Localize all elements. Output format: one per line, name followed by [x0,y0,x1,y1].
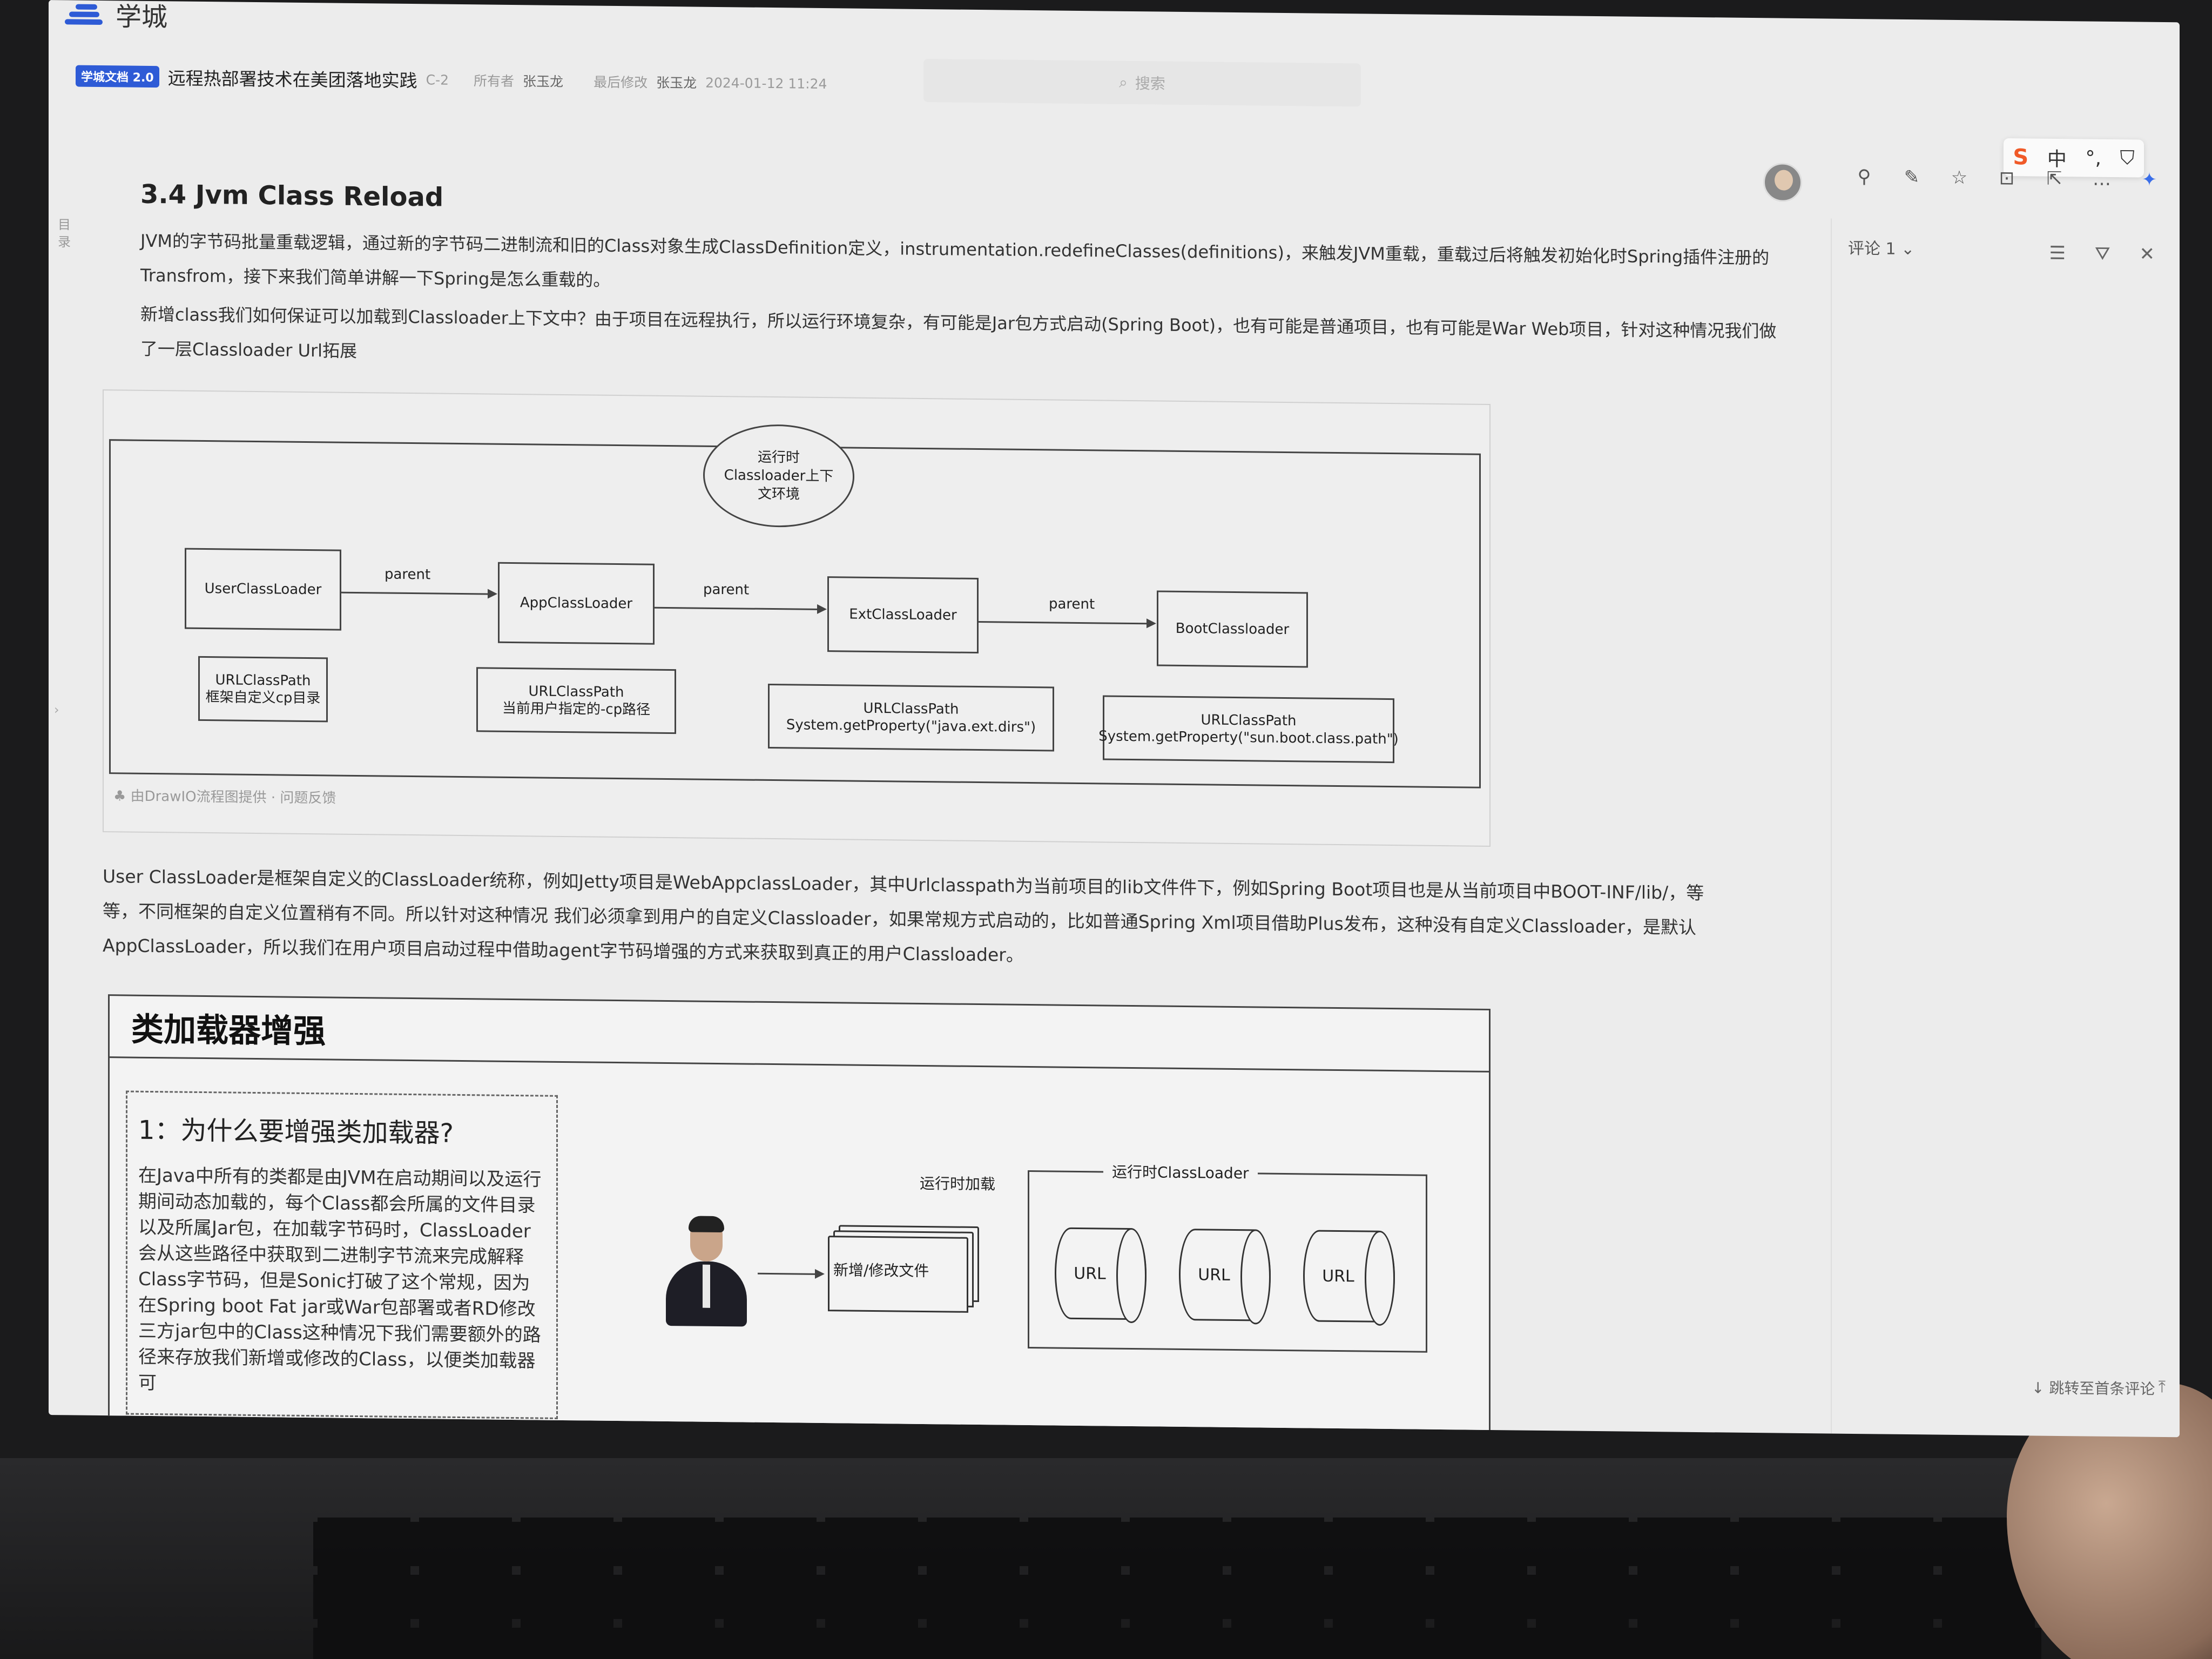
search-icon: ⌕ [1119,73,1128,91]
app-name: 学城 [116,2,168,33]
parent-label: parent [1049,596,1095,613]
app-logo[interactable]: 学城 [65,0,167,33]
comment-count[interactable]: 评论 1 ⌄ [1848,235,1914,259]
classpath-desc: System.getProperty("java.ext.dirs") [786,717,1036,736]
classpath-box: URLClassPath System.getProperty("java.ex… [768,683,1054,752]
url-label: URL [1198,1265,1230,1285]
loader-box: ExtClassLoader [827,576,979,654]
section-heading: 3.4 Jvm Class Reload [140,179,444,213]
file-label: 新增/修改文件 [833,1261,929,1280]
chevron-down-icon: ⌄ [1901,239,1915,259]
modified-label: 最后修改 [594,74,648,91]
loader-box: AppClassLoader [498,562,655,645]
ime-punctuation-icon[interactable]: °, [2086,147,2101,169]
doc-badge: 学城文档 2.0 [76,65,159,88]
classpath-title: URLClassPath [528,683,624,701]
filter-icon[interactable]: ⛛ [2095,243,2110,265]
doc-header: 学城文档 2.0 远程热部署技术在美团落地实践 C-2 所有者 张玉龙 最后修改… [76,60,827,100]
chevron-right-icon[interactable]: › [54,702,59,717]
classloader-diagram[interactable]: 运行时Classloader上下文环境 UserClassLoader AppC… [103,389,1491,847]
classpath-box: URLClassPath System.getProperty("sun.boo… [1098,695,1399,764]
classpath-title: URLClassPath [863,700,959,718]
doc-body: 3.4 Jvm Class Reload JVM的字节码批量重载逻辑，通过新的字… [140,179,1788,383]
logo-icon [65,2,103,26]
pin-icon[interactable]: ✎ [1900,165,1924,189]
star-icon[interactable]: ☆ [1947,166,1971,190]
developer-icon [666,1216,747,1327]
ai-sparkle-icon[interactable]: ✦ [2137,168,2161,192]
classpath-title: URLClassPath [1201,712,1297,730]
doc-title: 远程热部署技术在美团落地实践 [167,68,417,92]
drawio-credit-text: 由DrawIO流程图提供 · 问题反馈 [130,788,336,807]
close-icon[interactable]: ✕ [2140,244,2155,265]
classpath-title: URLClassPath [215,672,311,690]
load-label: 运行时加载 [920,1174,996,1193]
screen: 学城 学城文档 2.0 远程热部署技术在美团落地实践 C-2 所有者 张玉龙 最… [49,0,2180,1438]
modified-time: 2024-01-12 11:24 [705,75,827,92]
share-lock-icon[interactable]: ⚲ [1852,165,1876,188]
ime-skin-icon[interactable]: ⛉ [2120,147,2135,170]
loader-box: BootClassloader [1157,590,1308,668]
enhance-sub-heading: 1：为什么要增强类加载器? [138,1115,454,1149]
comment-panel: 评论 1 ⌄ ☰ ⛛ ✕ ↓ 跳转至首条评论 ⤒ [1831,218,2176,1438]
enhance-subsection: 1：为什么要增强类加载器? 在Java中所有的类都是由JVM在启动期间以及运行期… [126,1090,558,1419]
paragraph-2: 新增class我们如何保证可以加载到Classloader上下文中？由于项目在远… [140,304,1777,361]
upload-arrow [758,1272,822,1276]
search-placeholder: 搜索 [1135,75,1165,93]
lock-icon[interactable]: ⊡ [1995,166,2019,190]
url-cylinder: URL [1303,1230,1395,1323]
list-icon[interactable]: ☰ [2049,242,2065,264]
url-label: URL [1322,1266,1354,1286]
owner-name[interactable]: 张玉龙 [523,71,563,91]
runtime-label: 运行时ClassLoader [1103,1160,1258,1184]
modifier-name[interactable]: 张玉龙 [656,72,697,92]
drawio-icon: ♣ [113,788,131,805]
classpath-desc: System.getProperty("sun.boot.class.path"… [1098,728,1399,748]
comment-count-label: 评论 1 [1848,239,1896,259]
classpath-desc: 框架自定义cp目录 [205,689,321,707]
enhance-sub-body: 在Java中所有的类都是由JVM在启动期间以及运行期间动态加载的，每个Class… [138,1164,542,1394]
owner-label: 所有者 [474,73,515,90]
context-label: 运行时Classloader上下文环境 [724,449,834,503]
more-icon[interactable]: … [2090,167,2114,191]
doc-toolbar: ⚲ ✎ ☆ ⊡ ⇱ … ✦ [1782,164,2161,192]
export-icon[interactable]: ⇱ [2042,167,2066,191]
toc-toggle[interactable]: 目录 [56,216,72,251]
url-cylinder: URL [1055,1227,1147,1320]
back-to-top-icon[interactable]: ⤒ [2159,1378,2166,1397]
enhance-diagram[interactable]: 类加载器增强 1：为什么要增强类加载器? 在Java中所有的类都是由JVM在启动… [108,994,1491,1438]
comment-tools: ☰ ⛛ ✕ [2049,242,2155,265]
parent-label: parent [385,566,431,583]
paragraph-3: User ClassLoader是框架自定义的ClassLoader统称，例如J… [103,866,1704,966]
url-cylinder: URL [1179,1228,1271,1321]
classpath-box: URLClassPath 框架自定义cp目录 [198,656,328,723]
search-input[interactable]: ⌕ 搜索 [923,58,1361,107]
files-icon: 新增/修改文件 [828,1225,979,1313]
loader-box: UserClassLoader [185,548,341,631]
enhance-title: 类加载器增强 [110,996,1489,1073]
paragraph-1: JVM的字节码批量重载逻辑，通过新的字节码二进制流和旧的Class对象生成Cla… [140,230,1770,291]
classpath-box: URLClassPath 当前用户指定的-cp路径 [476,667,676,734]
classpath-desc: 当前用户指定的-cp路径 [502,700,651,718]
url-label: URL [1074,1264,1106,1284]
jump-first-comment[interactable]: ↓ 跳转至首条评论 [2032,1376,2155,1399]
parent-label: parent [703,581,750,598]
keyboard [313,1518,2041,1659]
drawio-credit[interactable]: ♣ 由DrawIO流程图提供 · 问题反馈 [113,785,336,807]
doc-level: C-2 [426,71,449,88]
